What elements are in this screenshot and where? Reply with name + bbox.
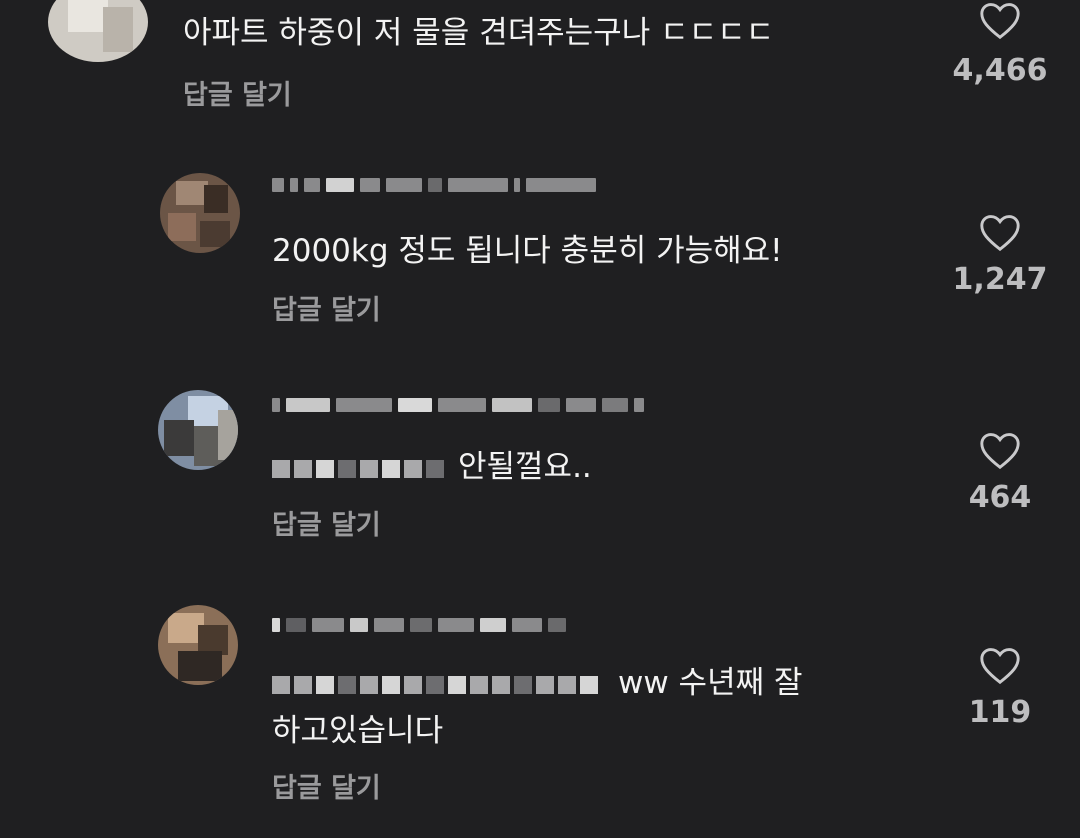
like-count: 1,247	[952, 262, 1048, 297]
heart-outline-icon	[980, 3, 1020, 40]
comment-text: 2000kg 정도 됩니다 충분히 가능해요!	[272, 233, 783, 269]
like-count: 119	[968, 695, 1032, 730]
heart-outline-icon	[980, 648, 1020, 685]
like-button[interactable]: 119	[945, 645, 1055, 730]
comment-text: ww 수년째 잘	[272, 660, 803, 706]
like-button[interactable]: 4,466	[945, 0, 1055, 88]
blurred-mention	[272, 459, 452, 478]
reply-button[interactable]: 답글 달기	[272, 503, 381, 542]
avatar[interactable]	[48, 0, 148, 62]
avatar[interactable]	[160, 173, 240, 253]
comment-text-visible: 안될껄요..	[458, 449, 592, 485]
username-blurred	[272, 612, 566, 638]
heart-outline-icon	[980, 433, 1020, 470]
heart-outline-icon	[980, 215, 1020, 252]
username-blurred	[272, 392, 644, 418]
comment-text: 아파트 하중이 저 물을 견뎌주는구나 ㄷㄷㄷㄷ	[183, 15, 775, 51]
avatar[interactable]	[158, 605, 238, 685]
comment-text-line2: 하고있습니다	[272, 713, 444, 749]
comment-text-visible: ww 수년째 잘	[618, 665, 803, 701]
reply-button[interactable]: 답글 달기	[272, 766, 381, 805]
comment-text: 안될껄요..	[272, 444, 592, 490]
like-button[interactable]: 464	[945, 430, 1055, 515]
blurred-mention	[272, 675, 612, 694]
like-count: 4,466	[952, 53, 1048, 88]
reply-button[interactable]: 답글 달기	[183, 73, 292, 112]
avatar[interactable]	[158, 390, 238, 470]
username-blurred	[272, 172, 596, 198]
like-button[interactable]: 1,247	[945, 212, 1055, 297]
reply-button[interactable]: 답글 달기	[272, 288, 381, 327]
like-count: 464	[968, 480, 1032, 515]
